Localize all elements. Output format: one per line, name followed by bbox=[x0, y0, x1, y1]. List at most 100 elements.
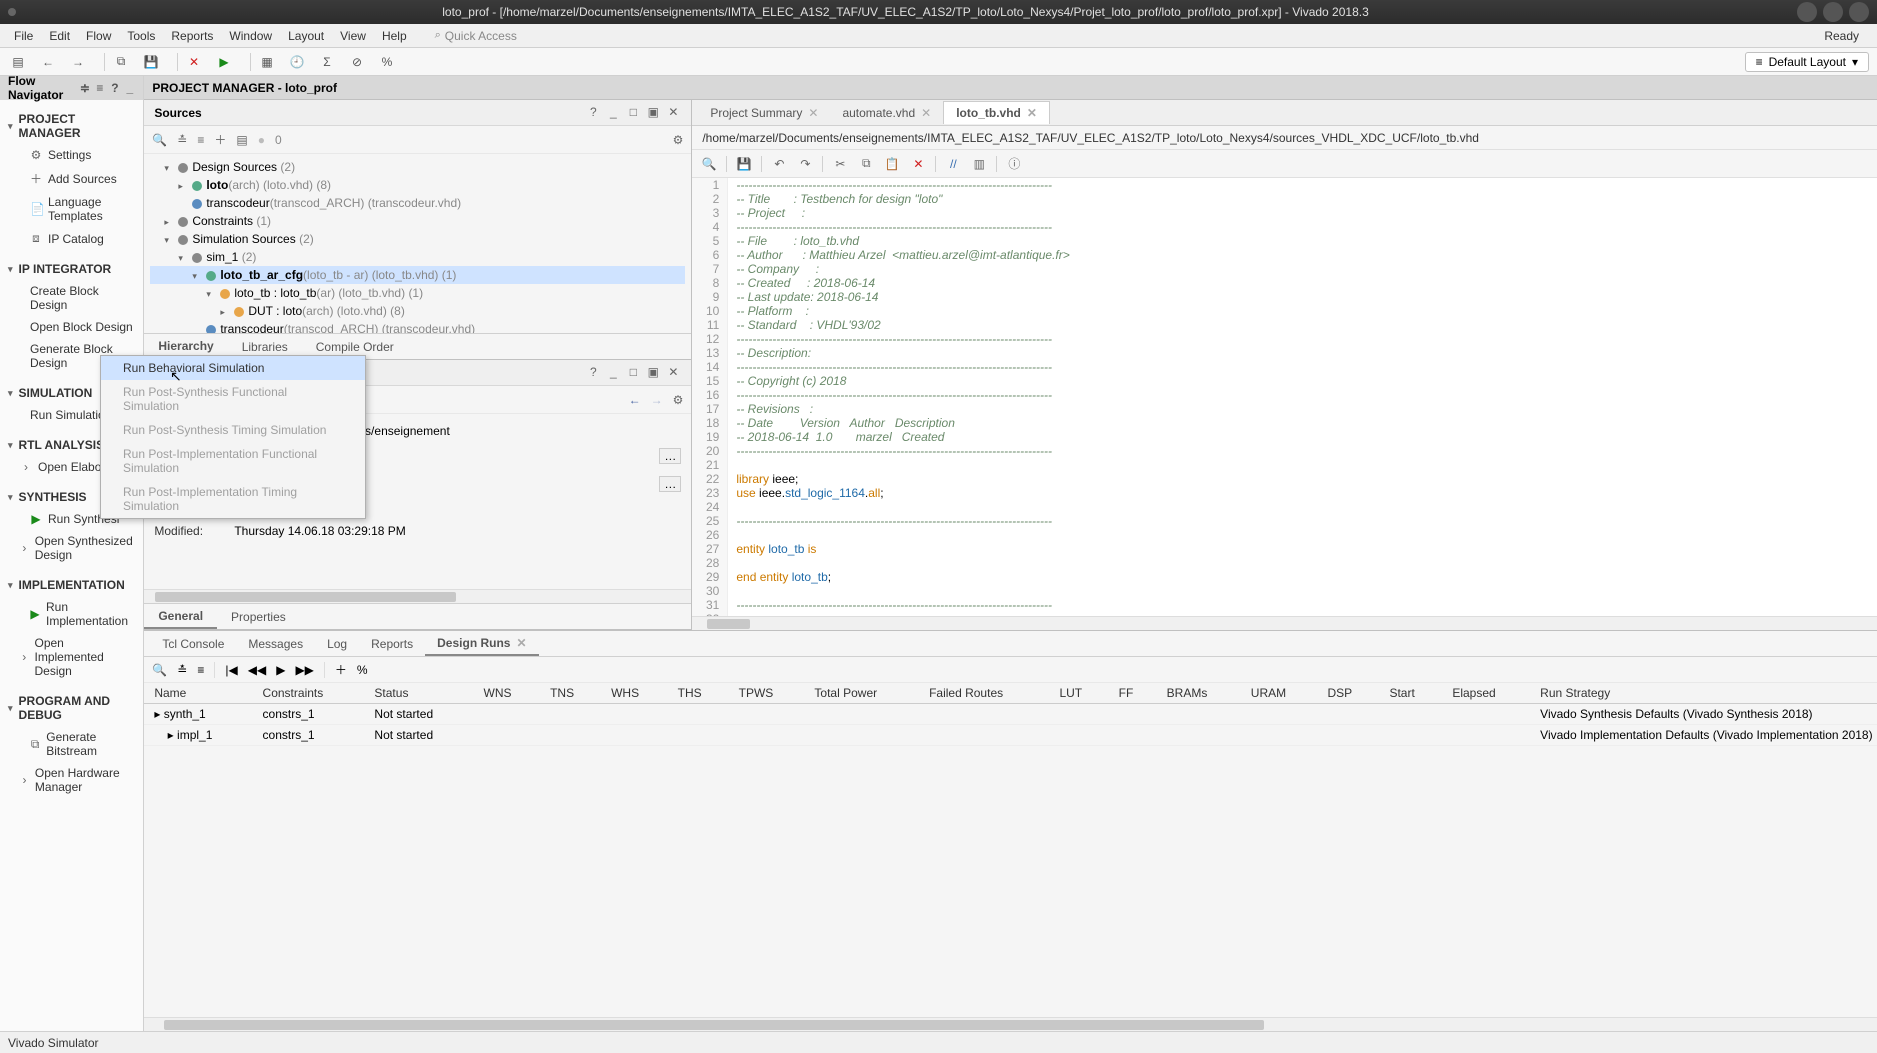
props-back-icon[interactable]: ← bbox=[629, 393, 641, 407]
code-line[interactable]: 12--------------------------------------… bbox=[692, 332, 1877, 346]
column-header[interactable]: BRAMs bbox=[1157, 683, 1241, 704]
code-line[interactable]: 24 bbox=[692, 500, 1877, 514]
code-line[interactable]: 28 bbox=[692, 556, 1877, 570]
line-content[interactable] bbox=[728, 556, 1877, 570]
line-content[interactable]: ----------------------------------------… bbox=[728, 332, 1877, 346]
props-float-icon[interactable]: ▣ bbox=[645, 365, 661, 381]
search-icon[interactable]: 🔍 bbox=[152, 133, 167, 147]
code-line[interactable]: 30 bbox=[692, 584, 1877, 598]
line-content[interactable]: entity loto_tb is bbox=[728, 542, 1877, 556]
section-ip-integrator[interactable]: IP INTEGRATOR bbox=[8, 258, 135, 280]
line-content[interactable]: end entity loto_tb; bbox=[728, 570, 1877, 584]
column-header[interactable]: Status bbox=[364, 683, 473, 704]
code-line[interactable]: 25--------------------------------------… bbox=[692, 514, 1877, 528]
con-add-icon[interactable]: ＋ bbox=[335, 661, 347, 678]
ed-paste-icon[interactable]: 📋 bbox=[883, 157, 901, 171]
window-min-button[interactable] bbox=[1797, 2, 1817, 22]
line-content[interactable]: use ieee.std_logic_1164.all; bbox=[728, 486, 1877, 500]
menu-view[interactable]: View bbox=[332, 29, 374, 43]
ed-comment-icon[interactable]: // bbox=[944, 157, 962, 171]
wave-icon[interactable]: % bbox=[377, 52, 397, 72]
code-line[interactable]: 9-- Last update: 2018-06-14 bbox=[692, 290, 1877, 304]
column-header[interactable]: DSP bbox=[1318, 683, 1380, 704]
nav-run-implementation[interactable]: ▶Run Implementation bbox=[8, 596, 135, 632]
sources-max-icon[interactable]: □ bbox=[625, 105, 641, 121]
tab-reports[interactable]: Reports bbox=[359, 633, 425, 655]
code-line[interactable]: 10-- Platform : bbox=[692, 304, 1877, 318]
menu-help[interactable]: Help bbox=[374, 29, 415, 43]
code-line[interactable]: 19-- 2018-06-14 1.0 marzel Created bbox=[692, 430, 1877, 444]
column-header[interactable]: Elapsed bbox=[1442, 683, 1530, 704]
line-content[interactable]: ----------------------------------------… bbox=[728, 444, 1877, 458]
sources-float-icon[interactable]: ▣ bbox=[645, 105, 661, 121]
column-header[interactable]: TNS bbox=[540, 683, 601, 704]
column-header[interactable]: URAM bbox=[1241, 683, 1318, 704]
props-scrollbar[interactable] bbox=[144, 589, 691, 603]
menu-reports[interactable]: Reports bbox=[163, 29, 221, 43]
ed-search-icon[interactable]: 🔍 bbox=[700, 157, 718, 171]
nav-language-templates[interactable]: 📄Language Templates bbox=[8, 191, 135, 227]
nav-open-hw-manager[interactable]: ›Open Hardware Manager bbox=[8, 762, 135, 798]
fn-min-icon[interactable]: _ bbox=[124, 81, 135, 95]
line-content[interactable] bbox=[728, 528, 1877, 542]
line-content[interactable]: ----------------------------------------… bbox=[728, 514, 1877, 528]
fn-help-icon[interactable]: ? bbox=[109, 81, 120, 95]
line-content[interactable]: -- Company : bbox=[728, 262, 1877, 276]
nav-generate-bitstream[interactable]: ⧉Generate Bitstream bbox=[8, 726, 135, 762]
tab-loto-tb-vhd[interactable]: loto_tb.vhd✕ bbox=[943, 101, 1050, 124]
column-header[interactable]: Total Power bbox=[804, 683, 919, 704]
table-row[interactable]: ▸ synth_1constrs_1Not startedVivado Synt… bbox=[144, 704, 1877, 725]
close-icon[interactable]: ✕ bbox=[1027, 106, 1037, 120]
line-content[interactable]: ----------------------------------------… bbox=[728, 598, 1877, 612]
nav-ip-catalog[interactable]: ⧈IP Catalog bbox=[8, 227, 135, 250]
tab-log[interactable]: Log bbox=[315, 633, 359, 655]
menu-layout[interactable]: Layout bbox=[280, 29, 332, 43]
line-content[interactable]: -- Revisions : bbox=[728, 402, 1877, 416]
section-program-debug[interactable]: PROGRAM AND DEBUG bbox=[8, 690, 135, 726]
line-content[interactable] bbox=[728, 584, 1877, 598]
props-gear-icon[interactable]: ⚙ bbox=[673, 393, 684, 407]
close-icon[interactable]: ✕ bbox=[516, 636, 526, 650]
code-line[interactable]: 18-- Date Version Author Description bbox=[692, 416, 1877, 430]
line-content[interactable]: -- Last update: 2018-06-14 bbox=[728, 290, 1877, 304]
code-line[interactable]: 7-- Company : bbox=[692, 262, 1877, 276]
sources-gear-icon[interactable]: ⚙ bbox=[673, 133, 684, 147]
code-line[interactable]: 8-- Created : 2018-06-14 bbox=[692, 276, 1877, 290]
code-line[interactable]: 29end entity loto_tb; bbox=[692, 570, 1877, 584]
line-content[interactable]: ----------------------------------------… bbox=[728, 388, 1877, 402]
code-line[interactable]: 4---------------------------------------… bbox=[692, 220, 1877, 234]
code-line[interactable]: 15-- Copyright (c) 2018 bbox=[692, 374, 1877, 388]
tab-automate-vhd[interactable]: automate.vhd✕ bbox=[830, 102, 943, 124]
menu-window[interactable]: Window bbox=[221, 29, 280, 43]
con-percent-icon[interactable]: % bbox=[357, 663, 368, 677]
code-line[interactable]: 17-- Revisions : bbox=[692, 402, 1877, 416]
ed-delete-icon[interactable]: ✕ bbox=[909, 157, 927, 171]
column-header[interactable]: Name bbox=[144, 683, 252, 704]
props-min-icon[interactable]: _ bbox=[605, 365, 621, 381]
column-header[interactable]: WNS bbox=[474, 683, 541, 704]
section-project-manager[interactable]: PROJECT MANAGER bbox=[8, 108, 135, 144]
con-next-icon[interactable]: ▶▶ bbox=[295, 663, 313, 677]
close-icon[interactable]: ✕ bbox=[921, 106, 931, 120]
layout-icon[interactable]: ▦ bbox=[257, 52, 277, 72]
library-browse-button[interactable]: … bbox=[659, 476, 681, 492]
column-header[interactable]: WHS bbox=[601, 683, 668, 704]
tab-design-runs[interactable]: Design Runs✕ bbox=[425, 632, 538, 656]
code-line[interactable]: 21 bbox=[692, 458, 1877, 472]
column-header[interactable]: LUT bbox=[1049, 683, 1108, 704]
section-implementation[interactable]: IMPLEMENTATION bbox=[8, 574, 135, 596]
cancel-icon[interactable]: ✕ bbox=[184, 52, 204, 72]
menu-run-behavioral-simulation[interactable]: Run Behavioral Simulation bbox=[101, 356, 365, 380]
line-content[interactable]: ----------------------------------------… bbox=[728, 360, 1877, 374]
ed-copy-icon[interactable]: ⧉ bbox=[857, 156, 875, 171]
console-scrollbar[interactable] bbox=[144, 1017, 1877, 1031]
close-icon[interactable]: ✕ bbox=[808, 106, 818, 120]
copy-icon[interactable]: ⧉ bbox=[111, 52, 131, 72]
code-line[interactable]: 6-- Author : Matthieu Arzel <mattieu.arz… bbox=[692, 248, 1877, 262]
line-content[interactable]: -- File : loto_tb.vhd bbox=[728, 234, 1877, 248]
line-content[interactable]: ----------------------------------------… bbox=[728, 178, 1877, 192]
con-first-icon[interactable]: |◀ bbox=[225, 663, 237, 677]
tab-tcl-console[interactable]: Tcl Console bbox=[150, 633, 236, 655]
con-play-icon[interactable]: ▶ bbox=[276, 663, 285, 677]
sources-tree[interactable]: ▾Design Sources (2) ▸loto(arch) (loto.vh… bbox=[144, 154, 691, 333]
